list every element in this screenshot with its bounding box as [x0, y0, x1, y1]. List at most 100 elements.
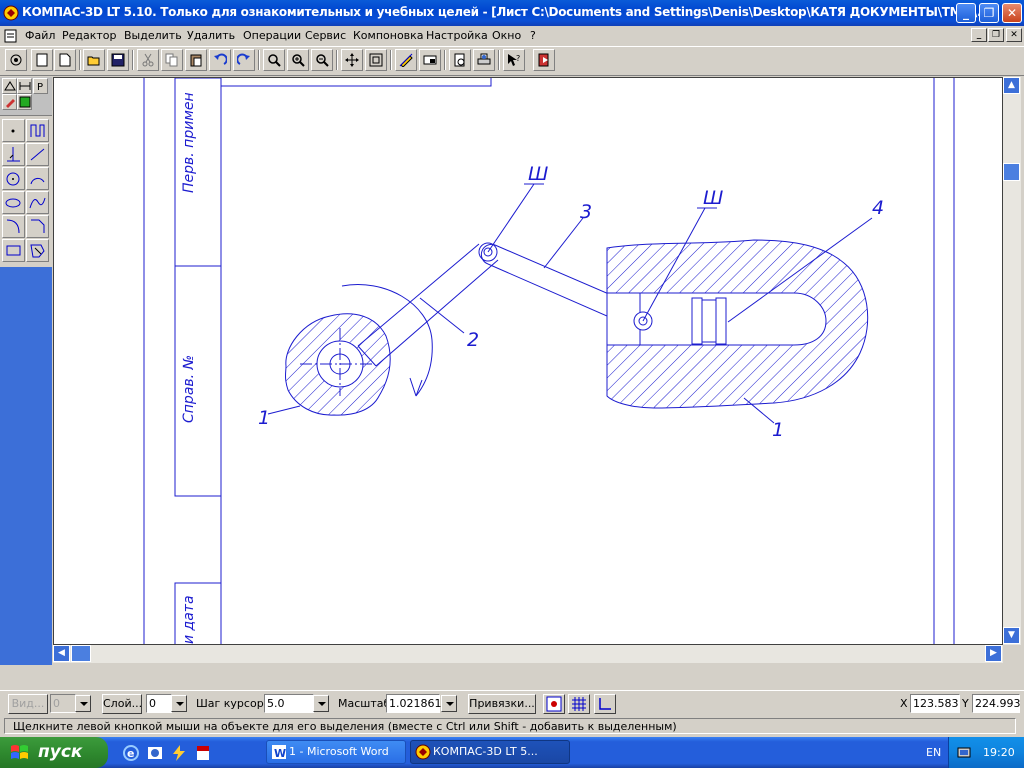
select-tab[interactable]	[17, 94, 32, 110]
zoom-out-button[interactable]	[311, 49, 333, 71]
clock[interactable]: 19:20	[983, 746, 1015, 759]
scroll-up-button[interactable]: ▲	[1003, 77, 1020, 94]
bezier-tool[interactable]	[26, 119, 49, 142]
ellipse-tool[interactable]	[2, 191, 25, 214]
open-button[interactable]	[83, 49, 105, 71]
save-button[interactable]	[107, 49, 129, 71]
mdi-restore-button[interactable]: ❐	[988, 28, 1004, 42]
circle-tool[interactable]	[2, 167, 25, 190]
local-cs-icon	[599, 698, 611, 710]
menu-help[interactable]: ?	[530, 29, 536, 42]
ie-icon[interactable]: e	[122, 744, 140, 762]
snap-settings-button[interactable]	[543, 694, 565, 714]
mdi-close-button[interactable]: ✕	[1006, 28, 1022, 42]
vertical-scrollbar[interactable]: ▲ ▼	[1003, 77, 1021, 645]
step-dropdown[interactable]	[313, 695, 329, 712]
polygon-tool[interactable]	[26, 239, 49, 262]
view-button[interactable]: Вид...	[8, 694, 48, 714]
network-icon[interactable]	[957, 746, 973, 760]
grid-icon	[572, 697, 586, 711]
draw-button[interactable]	[395, 49, 417, 71]
dimensions-icon	[19, 82, 31, 90]
edit-tab[interactable]	[2, 94, 17, 110]
print-preview-button[interactable]	[449, 49, 471, 71]
scale-field[interactable]: 1.021861	[386, 694, 442, 713]
zoom-button[interactable]	[263, 49, 285, 71]
point-tool[interactable]	[2, 119, 25, 142]
quicklaunch-app-icon[interactable]	[194, 744, 212, 762]
snaps-button[interactable]: Привязки...	[468, 694, 536, 714]
open-icon	[87, 56, 100, 66]
menu-file[interactable]: Файл	[25, 29, 55, 42]
horizontal-scroll-thumb[interactable]	[71, 645, 91, 662]
document-menu-icon[interactable]	[4, 29, 18, 43]
pan-button[interactable]	[341, 49, 363, 71]
hatch-tool[interactable]	[2, 143, 25, 166]
zoom-frame-icon	[369, 53, 383, 67]
scroll-left-button[interactable]: ◀	[53, 645, 70, 662]
horizontal-scrollbar[interactable]: ◀ ▶	[53, 645, 1003, 663]
vertical-scroll-thumb[interactable]	[1003, 163, 1020, 181]
menu-delete[interactable]: Удалить	[187, 29, 235, 42]
arc-icon	[30, 177, 45, 185]
view-field[interactable]: 0	[50, 694, 76, 713]
task-word[interactable]: W 1 - Microsoft Word	[266, 740, 406, 764]
spline-tool[interactable]	[26, 191, 49, 214]
exit-button[interactable]	[533, 49, 555, 71]
undo-icon	[214, 53, 227, 65]
local-cs-button[interactable]	[594, 694, 616, 714]
layer-dropdown[interactable]	[171, 695, 187, 712]
menu-editor[interactable]: Редактор	[62, 29, 117, 42]
new-sheet-button[interactable]	[31, 49, 53, 71]
scroll-right-button[interactable]: ▶	[985, 645, 1002, 662]
undo-button[interactable]	[209, 49, 231, 71]
menu-select[interactable]: Выделить	[124, 29, 182, 42]
chamfer-tool[interactable]	[26, 215, 49, 238]
mdi-minimize-button[interactable]: _	[971, 28, 987, 42]
segment-tool[interactable]	[26, 143, 49, 166]
arc-tool[interactable]	[26, 167, 49, 190]
language-indicator[interactable]: EN	[926, 746, 941, 759]
layer-button[interactable]	[419, 49, 441, 71]
paste-button[interactable]	[185, 49, 207, 71]
scroll-down-button[interactable]: ▼	[1003, 627, 1020, 644]
menu-service[interactable]: Сервис	[305, 29, 346, 42]
scale-dropdown[interactable]	[441, 695, 457, 712]
layer-field[interactable]: 0	[146, 694, 172, 713]
drawing-canvas[interactable]: Ш 3 Ш 4 2 1 1 Перв. примен Справ. № и да…	[53, 77, 1003, 645]
zoom-in-button[interactable]	[287, 49, 309, 71]
menu-settings[interactable]: Настройка	[426, 29, 488, 42]
rectangle-tool[interactable]	[2, 239, 25, 262]
layer-button[interactable]: Слой...	[102, 694, 142, 714]
print-button[interactable]	[473, 49, 495, 71]
start-button[interactable]: пуск	[0, 737, 108, 768]
help-button[interactable]: ?	[503, 49, 525, 71]
redo-button[interactable]	[233, 49, 255, 71]
step-field[interactable]: 5.0	[264, 694, 314, 713]
task-kompas[interactable]: КОМПАС-3D LT 5...	[410, 740, 570, 764]
geometry-tab[interactable]	[2, 78, 17, 94]
view-dropdown[interactable]	[75, 695, 91, 712]
grid-button[interactable]	[568, 694, 590, 714]
new-document-button[interactable]	[54, 49, 76, 71]
cut-button[interactable]	[137, 49, 159, 71]
copy-button[interactable]	[161, 49, 183, 71]
chamfer-icon	[31, 219, 45, 233]
menu-layout[interactable]: Компоновка	[353, 29, 424, 42]
label-link-1-right: 1	[772, 419, 784, 441]
minimize-button[interactable]: _	[956, 3, 976, 23]
fillet-tool[interactable]	[2, 215, 25, 238]
winamp-icon[interactable]	[170, 744, 188, 762]
menu-operations[interactable]: Операции	[243, 29, 301, 42]
restore-button[interactable]: ❐	[979, 3, 999, 23]
title-bar[interactable]: КОМПАС-3D LT 5.10. Только для ознакомите…	[0, 0, 1024, 26]
y-coordinate: 224.993	[972, 694, 1021, 713]
outlook-icon[interactable]	[146, 744, 164, 762]
close-button[interactable]: ✕	[1002, 3, 1022, 23]
menu-window[interactable]: Окно	[492, 29, 521, 42]
param-tab[interactable]: P	[33, 78, 48, 94]
new-view-button[interactable]	[5, 49, 27, 71]
restore-icon: ❐	[983, 6, 995, 20]
dimensions-tab[interactable]	[17, 78, 32, 94]
zoom-frame-button[interactable]	[365, 49, 387, 71]
